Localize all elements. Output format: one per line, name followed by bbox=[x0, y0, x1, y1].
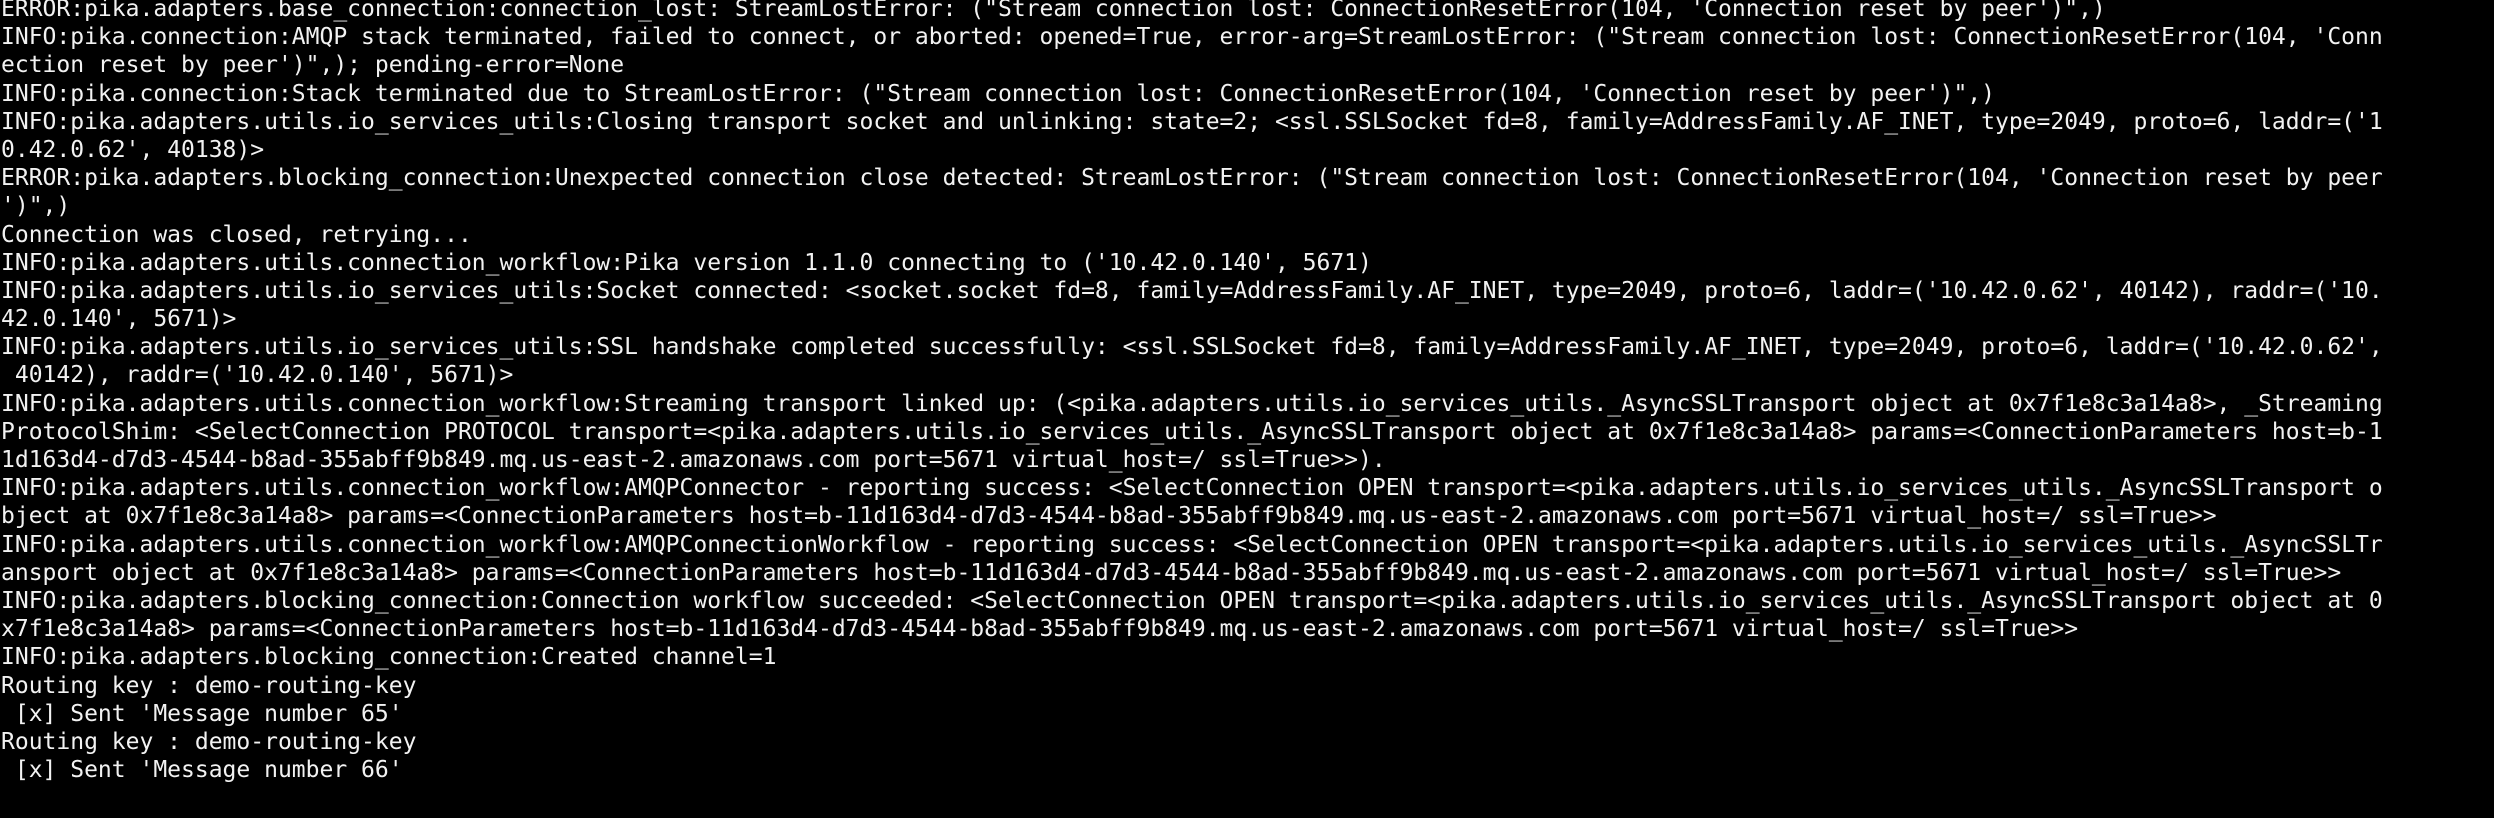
terminal-line: x7f1e8c3a14a8> params=<ConnectionParamet… bbox=[1, 616, 2079, 643]
terminal-line: INFO:pika.adapters.blocking_connection:C… bbox=[1, 587, 2383, 614]
terminal-line: INFO:pika.adapters.utils.connection_work… bbox=[1, 531, 2383, 558]
terminal-line: INFO:pika.connection:Stack terminated du… bbox=[1, 80, 1995, 107]
terminal-line: Routing key : demo-routing-key bbox=[1, 728, 417, 755]
terminal-line: INFO:pika.adapters.utils.connection_work… bbox=[1, 249, 1372, 276]
terminal-line: INFO:pika.adapters.utils.connection_work… bbox=[1, 475, 2383, 502]
terminal-line: INFO:pika.adapters.utils.io_services_uti… bbox=[1, 108, 2383, 135]
terminal-line: ection reset by peer')",); pending-error… bbox=[1, 52, 625, 79]
terminal-line: 1d163d4-d7d3-4544-b8ad-355abff9b849.mq.u… bbox=[1, 447, 1386, 473]
terminal-line: Routing key : demo-routing-key bbox=[1, 672, 417, 699]
terminal-line: Connection was closed, retrying... bbox=[1, 221, 472, 248]
terminal-line: 40142), raddr=('10.42.0.140', 5671)> bbox=[1, 362, 514, 389]
terminal-line: ')",) bbox=[1, 193, 71, 220]
terminal-line: ERROR:pika.adapters.base_connection:conn… bbox=[1, 0, 2106, 22]
terminal-line: INFO:pika.connection:AMQP stack terminat… bbox=[1, 24, 2383, 51]
terminal-line: INFO:pika.adapters.blocking_connection:C… bbox=[1, 644, 777, 671]
terminal-line: INFO:pika.adapters.utils.io_services_uti… bbox=[1, 334, 2383, 361]
terminal-line: 42.0.140', 5671)> bbox=[1, 306, 237, 333]
terminal-line: ProtocolShim: <SelectConnection PROTOCOL… bbox=[1, 418, 2383, 445]
terminal-line: INFO:pika.adapters.utils.io_services_uti… bbox=[1, 277, 2383, 304]
terminal-line: [x] Sent 'Message number 66' bbox=[1, 757, 403, 784]
terminal-line: [x] Sent 'Message number 65' bbox=[1, 700, 403, 727]
terminal-line: 0.42.0.62', 40138)> bbox=[1, 136, 265, 163]
terminal-line: INFO:pika.adapters.utils.connection_work… bbox=[1, 390, 2383, 417]
terminal-line: ansport object at 0x7f1e8c3a14a8> params… bbox=[1, 559, 2342, 586]
terminal-line: ERROR:pika.adapters.blocking_connection:… bbox=[1, 165, 2383, 192]
terminal-output[interactable]: ERROR:pika.adapters.base_connection:conn… bbox=[0, 0, 2494, 818]
terminal-line: bject at 0x7f1e8c3a14a8> params=<Connect… bbox=[1, 503, 2217, 530]
